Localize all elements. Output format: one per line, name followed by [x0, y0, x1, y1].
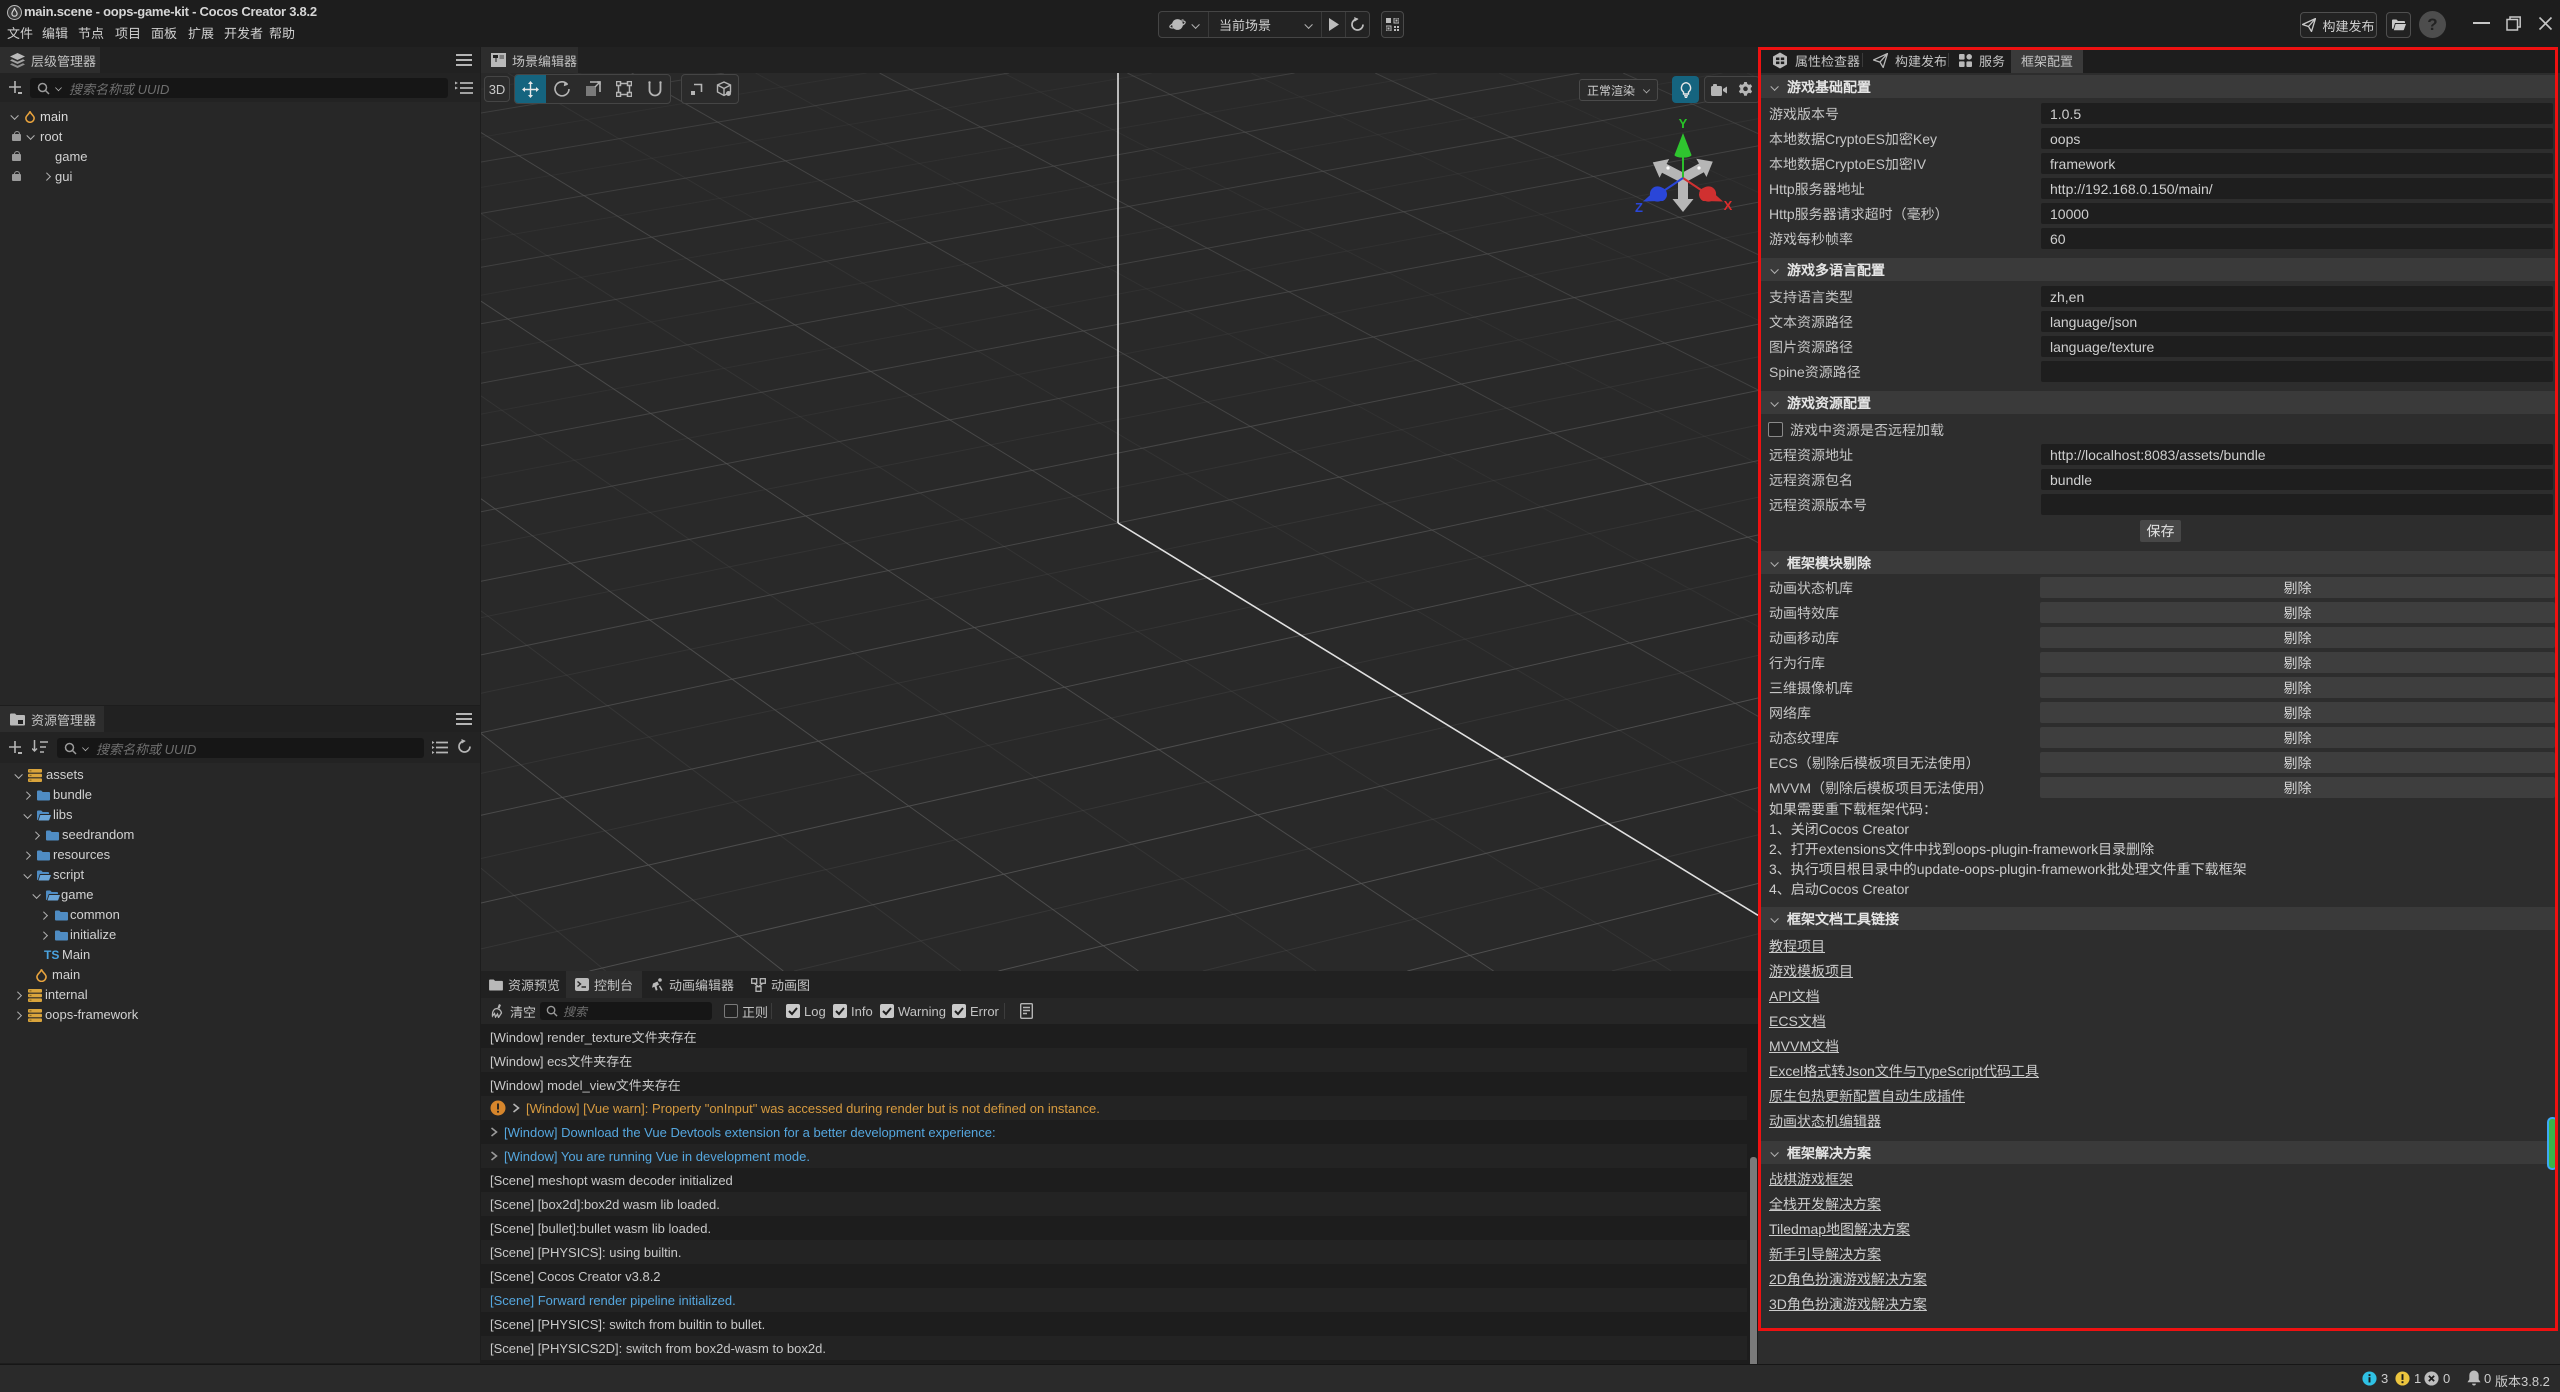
svg-text:Z: Z	[1635, 200, 1643, 215]
svg-text:Y: Y	[1679, 116, 1688, 131]
svg-text:X: X	[1724, 198, 1733, 213]
